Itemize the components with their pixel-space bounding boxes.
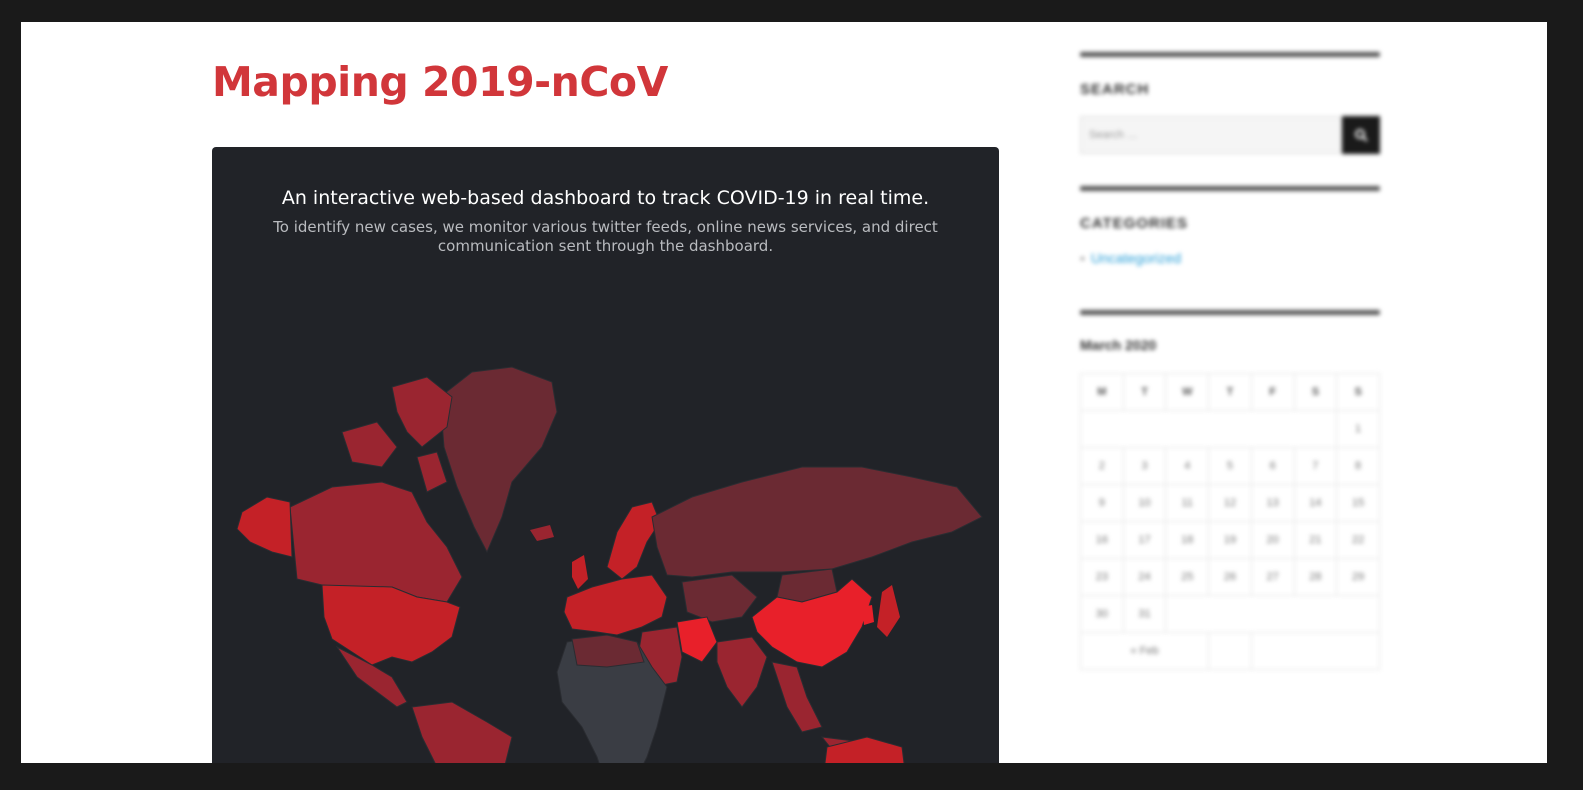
calendar-day: 31 (1122, 595, 1167, 633)
calendar-day: 7 (1293, 447, 1338, 485)
weekday: M (1080, 373, 1124, 411)
calendar-day: 15 (1336, 484, 1380, 522)
calendar-table: M T W T F S S 1 2 3 4 5 6 7 8 9 10 11 12… (1079, 373, 1381, 670)
calendar-day: 19 (1208, 521, 1252, 559)
region-alaska[interactable] (236, 496, 293, 558)
calendar-day: 11 (1165, 484, 1210, 522)
calendar-prev-link[interactable]: « Feb (1079, 632, 1210, 670)
calendar-day: 6 (1250, 447, 1295, 485)
region-india[interactable] (716, 636, 768, 708)
calendar-day: 14 (1293, 484, 1338, 522)
calendar-day: 22 (1336, 521, 1380, 559)
calendar-weekdays: M T W T F S S (1080, 373, 1380, 411)
calendar-week: 9 10 11 12 13 14 15 (1080, 484, 1380, 522)
calendar-week: 23 24 25 26 27 28 29 (1080, 558, 1380, 596)
region-canada-islands[interactable] (341, 376, 453, 493)
calendar-day: 18 (1165, 521, 1210, 559)
calendar-pad (1250, 632, 1381, 670)
region-north-africa[interactable] (571, 634, 645, 668)
calendar-day: 20 (1250, 521, 1295, 559)
calendar-day: 5 (1208, 447, 1252, 485)
dashboard-heading: An interactive web-based dashboard to tr… (281, 187, 930, 209)
calendar-day: 30 (1080, 595, 1124, 633)
widget-divider (1080, 310, 1380, 315)
dashboard-embed[interactable]: An interactive web-based dashboard to tr… (212, 147, 999, 763)
calendar-day: 8 (1336, 447, 1380, 485)
calendar-day: 21 (1293, 521, 1338, 559)
region-central-asia[interactable] (681, 574, 758, 623)
dashboard-subheading: To identify new cases, we monitor variou… (273, 218, 938, 255)
region-iran[interactable] (676, 616, 718, 663)
calendar-pad (1165, 595, 1380, 633)
world-map[interactable] (212, 317, 999, 763)
calendar-day: 4 (1165, 447, 1210, 485)
calendar-day: 9 (1080, 484, 1124, 522)
search-input[interactable]: Search … (1080, 116, 1342, 154)
calendar-week: 1 (1079, 410, 1380, 448)
calendar-day: 28 (1293, 558, 1338, 596)
calendar-day: 17 (1122, 521, 1167, 559)
calendar-day: 29 (1336, 558, 1380, 596)
page-title: Mapping 2019-nCoV (212, 58, 668, 106)
calendar-day: 24 (1122, 558, 1167, 596)
region-greenland[interactable] (439, 366, 558, 554)
calendar-week: 16 17 18 19 20 21 22 (1080, 521, 1380, 559)
bullet-icon: • (1080, 250, 1085, 266)
search-button[interactable] (1342, 116, 1380, 154)
region-uk[interactable] (572, 555, 588, 589)
weekday: S (1336, 373, 1380, 411)
categories-widget-title: CATEGORIES (1080, 215, 1189, 232)
calendar-day: 13 (1250, 484, 1295, 522)
region-south-america[interactable] (411, 701, 513, 763)
widget-divider (1080, 52, 1380, 57)
category-link[interactable]: • Uncategorized (1080, 250, 1380, 266)
region-japan[interactable] (877, 585, 900, 637)
calendar-week: 30 31 (1080, 595, 1380, 633)
region-korea[interactable] (862, 605, 874, 625)
weekday: T (1208, 373, 1252, 411)
calendar-day: 25 (1165, 558, 1210, 596)
calendar-day: 2 (1080, 447, 1124, 485)
page: Mapping 2019-nCoV An interactive web-bas… (21, 22, 1547, 763)
search-icon (1355, 129, 1368, 142)
calendar-pad (1208, 632, 1252, 670)
search-form: Search … (1080, 116, 1380, 154)
calendar-day: 27 (1250, 558, 1295, 596)
calendar-day: 26 (1208, 558, 1252, 596)
sidebar: SEARCH Search … CATEGORIES • Uncategorize… (1079, 52, 1381, 670)
region-scandinavia[interactable] (606, 501, 661, 580)
region-iceland[interactable] (530, 525, 554, 541)
weekday: W (1165, 373, 1210, 411)
calendar-title: March 2020 (1080, 337, 1157, 353)
calendar-day: 10 (1122, 484, 1167, 522)
calendar-pad (1079, 410, 1338, 448)
widget-divider (1080, 186, 1380, 191)
calendar-week: 2 3 4 5 6 7 8 (1080, 447, 1380, 485)
weekday: F (1250, 373, 1295, 411)
region-russia[interactable] (651, 466, 983, 578)
calendar-day: 12 (1208, 484, 1252, 522)
calendar-day: 3 (1122, 447, 1167, 485)
calendar-day: 16 (1080, 521, 1124, 559)
calendar-day: 1 (1336, 410, 1380, 448)
calendar-day: 23 (1080, 558, 1124, 596)
calendar-nav: « Feb (1079, 632, 1381, 670)
region-canada[interactable] (289, 481, 463, 603)
weekday: S (1293, 373, 1338, 411)
search-widget-title: SEARCH (1080, 81, 1150, 98)
weekday: T (1122, 373, 1167, 411)
